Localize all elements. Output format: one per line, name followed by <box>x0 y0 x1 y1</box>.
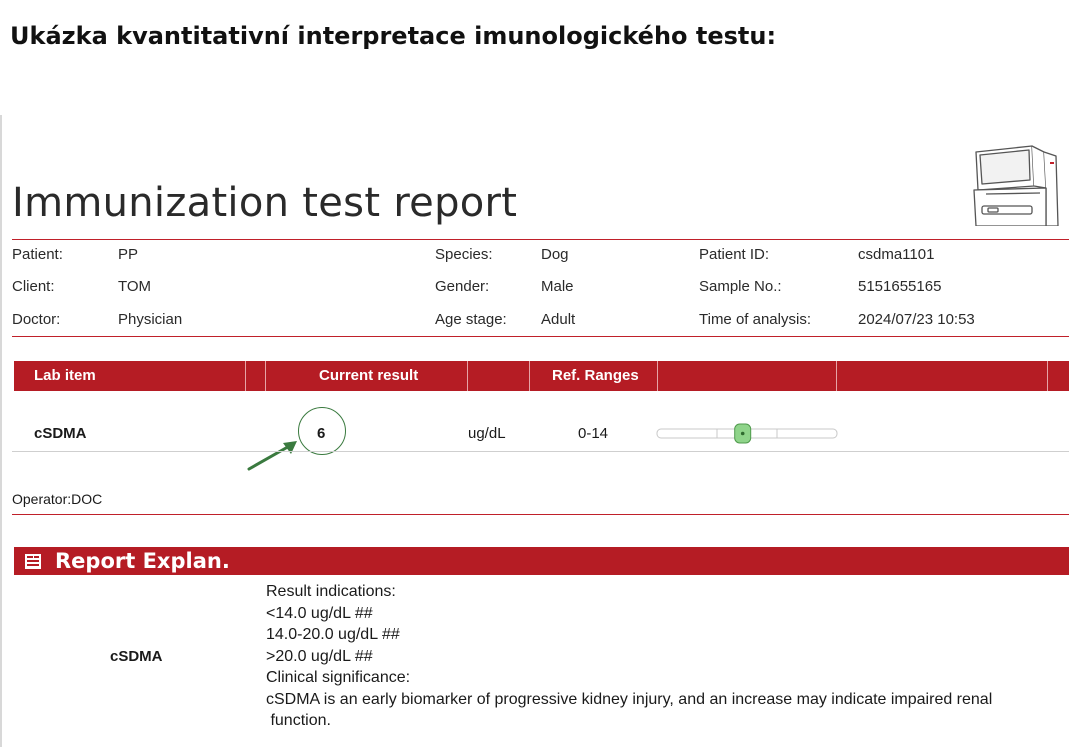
sample-no-label: Sample No.: <box>699 278 782 295</box>
doctor-label: Doctor: <box>12 311 61 328</box>
title-divider <box>12 239 1069 240</box>
result-row-divider <box>12 451 1069 452</box>
results-table-header: Lab item Current result Ref. Ranges <box>14 361 1069 391</box>
report-title: Immunization test report <box>12 180 518 226</box>
ref-range-cell: 0-14 <box>578 425 609 442</box>
gauge-marker <box>734 423 752 444</box>
info-divider <box>12 336 1069 337</box>
test-report: Immunization test report Patient: PP Cli… <box>0 115 1080 747</box>
age-stage-label: Age stage: <box>435 311 507 328</box>
result-value-cell: 6 <box>317 425 326 442</box>
header-current-result: Current result <box>319 367 419 384</box>
explan-line: <14.0 ug/dL ## <box>266 604 373 622</box>
explan-item: cSDMA <box>110 648 163 665</box>
patient-id-label: Patient ID: <box>699 246 770 263</box>
patient-label: Patient: <box>12 246 63 263</box>
unit-cell: ug/dL <box>468 425 506 442</box>
page-heading: Ukázka kvantitativní interpretace imunol… <box>10 22 777 50</box>
species-label: Species: <box>435 246 493 263</box>
doctor-value: Physician <box>118 311 183 328</box>
explan-line: function. <box>266 712 331 729</box>
document-icon <box>25 554 41 569</box>
report-explan-header: Report Explan. <box>14 547 1069 575</box>
operator-divider <box>12 514 1069 515</box>
gender-value: Male <box>541 278 574 295</box>
explan-line: 14.0-20.0 ug/dL ## <box>266 626 400 643</box>
time-of-analysis-value: 2024/07/23 10:53 <box>858 311 975 328</box>
green-arrow-icon <box>247 441 297 471</box>
client-label: Client: <box>12 278 55 295</box>
client-value: TOM <box>118 278 152 295</box>
operator: Operator:DOC <box>12 491 103 507</box>
age-stage-value: Adult <box>541 311 576 328</box>
lab-item-cell: cSDMA <box>34 425 87 442</box>
header-ref-ranges: Ref. Ranges <box>552 367 639 384</box>
explan-line: Clinical significance: <box>266 669 411 686</box>
sample-no-value: 5151655165 <box>858 278 942 295</box>
explan-line: >20.0 ug/dL ## <box>266 647 373 665</box>
explan-text: Result indications: <14.0 ug/dL ## 14.0-… <box>266 581 992 732</box>
explan-line: Result indications: <box>266 583 396 600</box>
patient-value: PP <box>118 246 139 263</box>
analyzer-device-icon <box>973 145 1059 226</box>
range-gauge <box>656 423 838 444</box>
report-explan-title: Report Explan. <box>55 549 230 573</box>
patient-id-value: csdma1101 <box>858 246 935 263</box>
header-lab-item: Lab item <box>34 367 96 384</box>
gender-label: Gender: <box>435 278 490 295</box>
species-value: Dog <box>541 246 569 263</box>
explan-line: cSDMA is an early biomarker of progressi… <box>266 690 993 708</box>
time-of-analysis-label: Time of analysis: <box>699 311 811 328</box>
